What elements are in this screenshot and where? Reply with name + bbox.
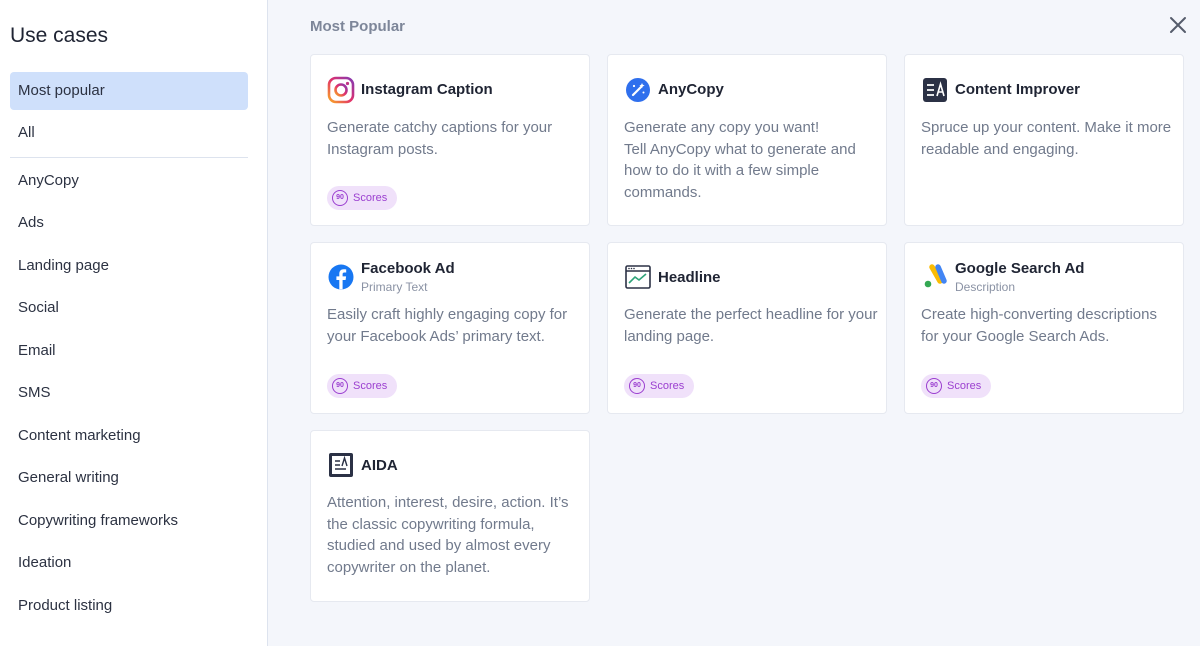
card-subtitle: Primary Text	[361, 280, 428, 294]
use-case-card-facebook-ad[interactable]: Facebook Ad Primary Text Easily craft hi…	[310, 242, 590, 414]
sidebar-item-ads[interactable]: Ads	[10, 204, 248, 242]
magic-wand-icon	[624, 76, 652, 104]
sidebar-divider	[10, 157, 248, 158]
facebook-icon	[327, 263, 355, 291]
card-description: Generate catchy captions for your Instag…	[327, 119, 553, 158]
card-title: AnyCopy	[658, 81, 724, 98]
use-case-card-google-search-ad[interactable]: Google Search Ad Description Create high…	[904, 242, 1184, 414]
sidebar-item-product-listing[interactable]: Product listing	[10, 587, 248, 625]
sidebar-item-content-marketing[interactable]: Content marketing	[10, 417, 248, 455]
sidebar-item-copywriting-frameworks[interactable]: Copywriting frameworks	[10, 502, 248, 540]
score-ring-icon: 90	[332, 190, 348, 206]
score-badge: 90 Scores	[624, 374, 695, 398]
score-ring-icon: 90	[629, 378, 645, 394]
card-description: Attention, interest, desire, action. It’…	[327, 494, 569, 576]
card-description: Generate the perfect headline for your l…	[624, 306, 878, 345]
sidebar-item-most-popular[interactable]: Most popular	[10, 72, 248, 110]
headline-icon	[624, 263, 652, 291]
score-badge: 90 Scores	[327, 374, 398, 398]
card-title: Facebook Ad	[361, 260, 455, 277]
card-description: Spruce up your content. Make it more rea…	[921, 119, 1172, 158]
sidebar-title: Use cases	[10, 24, 109, 47]
aida-icon	[327, 451, 355, 479]
sidebar-item-all[interactable]: All	[10, 114, 248, 152]
score-ring-icon: 90	[926, 378, 942, 394]
use-case-card-headline[interactable]: Headline Generate the perfect headline f…	[607, 242, 887, 414]
sidebar-item-social[interactable]: Social	[10, 289, 248, 327]
use-case-card-content-improver[interactable]: Content Improver Spruce up your content.…	[904, 54, 1184, 226]
card-title: Content Improver	[955, 81, 1081, 98]
close-icon[interactable]	[1167, 14, 1189, 36]
sidebar-item-email[interactable]: Email	[10, 332, 248, 370]
card-description: Generate any copy you want! Tell AnyCopy…	[624, 119, 856, 201]
card-title: Headline	[658, 269, 721, 286]
sidebar-item-anycopy[interactable]: AnyCopy	[10, 162, 248, 200]
score-badge-label: Scores	[947, 380, 982, 392]
score-badge: 90 Scores	[327, 186, 398, 210]
card-description: Create high-converting descriptions for …	[921, 306, 1157, 345]
sidebar-item-sms[interactable]: SMS	[10, 374, 248, 412]
use-case-card-aida[interactable]: AIDA Attention, interest, desire, action…	[310, 430, 590, 602]
text-improve-icon	[921, 76, 949, 104]
section-title: Most Popular	[310, 18, 406, 35]
score-badge-label: Scores	[650, 380, 685, 392]
score-badge-label: Scores	[353, 192, 388, 204]
use-case-card-instagram-caption[interactable]: Instagram Caption Generate catchy captio…	[310, 54, 590, 226]
use-case-card-anycopy[interactable]: AnyCopy Generate any copy you want! Tell…	[607, 54, 887, 226]
sidebar-item-landing-page[interactable]: Landing page	[10, 247, 248, 285]
card-title: Instagram Caption	[361, 81, 493, 98]
sidebar-item-general-writing[interactable]: General writing	[10, 459, 248, 497]
card-title: AIDA	[361, 457, 398, 474]
card-subtitle: Description	[955, 280, 1016, 294]
instagram-icon	[327, 76, 355, 104]
google-ads-icon	[921, 263, 949, 291]
sidebar-item-ideation[interactable]: Ideation	[10, 544, 248, 582]
score-badge-label: Scores	[353, 380, 388, 392]
card-title: Google Search Ad	[955, 260, 1085, 277]
score-ring-icon: 90	[332, 378, 348, 394]
sidebar: Use cases Most popular All AnyCopy Ads L…	[0, 0, 268, 646]
card-description: Easily craft highly engaging copy for yo…	[327, 306, 568, 345]
score-badge: 90 Scores	[921, 374, 992, 398]
main-panel: Most Popular Instagram Caption Generate …	[269, 0, 1200, 646]
